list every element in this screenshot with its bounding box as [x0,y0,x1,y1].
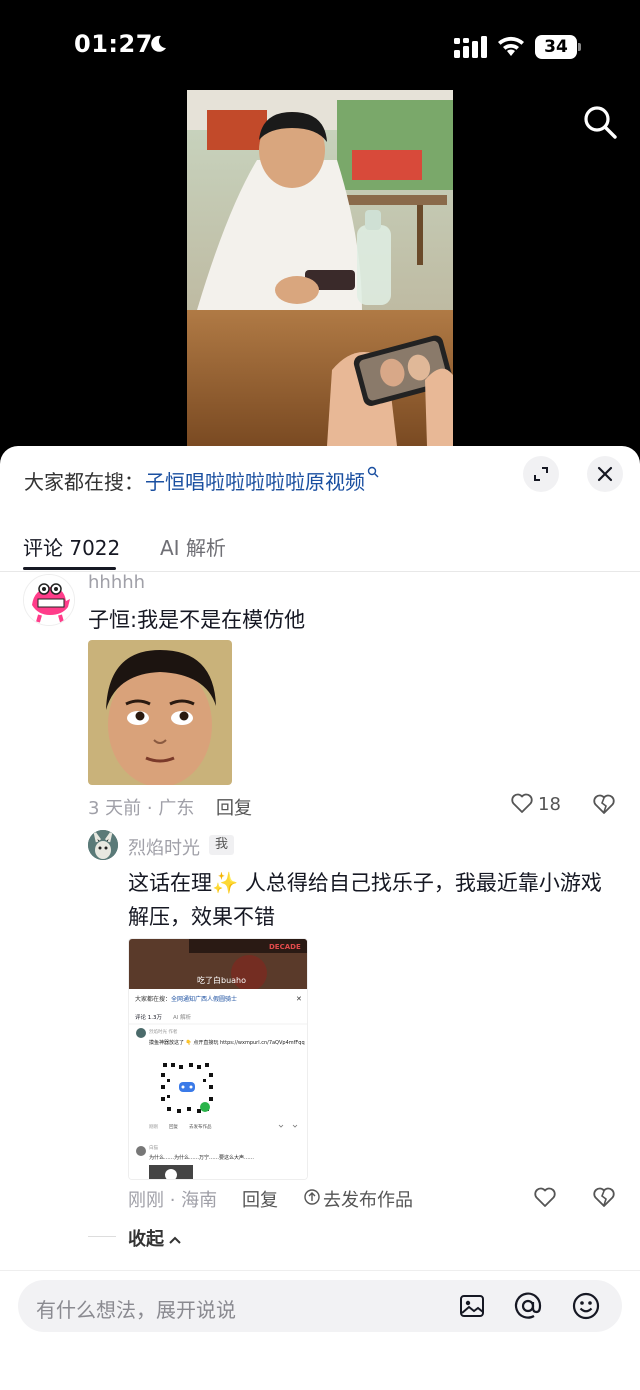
battery-cap [578,43,581,51]
reply-text-start: 这话在理 [128,871,212,895]
avatar[interactable] [23,574,75,626]
comment-meme-image [88,640,232,785]
like-icon[interactable] [510,792,534,814]
status-bar: 01:27 34 [0,0,640,90]
emoji-icon[interactable] [572,1292,600,1320]
signal-icon [454,36,487,58]
reply-avatar[interactable] [88,830,118,860]
search-suggestion-query: 子恒唱啦啦啦啦啦原视频 [145,470,365,494]
status-time: 01:27 [74,30,153,58]
reply-text: 这话在理✨ 人总得给自己找乐子，我最近靠小游戏解压，效果不错 [128,866,618,934]
upload-icon [304,1189,320,1205]
embedded-commenter-2: 白猫 [149,1144,158,1151]
publish-work-button[interactable]: 去发布作品 [323,1186,413,1212]
comment-image[interactable] [88,640,232,785]
comment-sheet: 大家都在搜： 子恒唱啦啦啦啦啦原视频 评论 7022 AI 解析 hhhhh 子… [0,446,640,1390]
close-icon [597,466,613,482]
comment-meta: 3 天前 · 广东 [88,798,195,819]
tab-comments[interactable]: 评论 7022 [23,532,120,561]
expand-button[interactable] [523,456,559,492]
embedded-video-caption: 吃了白buaho [197,975,246,985]
reply-reply-button[interactable]: 回复 [242,1186,278,1212]
input-divider [0,1270,640,1271]
mention-icon[interactable] [514,1292,542,1320]
search-suggestion-prefix: 大家都在搜： [24,470,144,494]
embedded-reply: 回复 [169,1123,178,1130]
embedded-publish: 去发布作品 [189,1123,212,1130]
like-count: 18 [538,794,561,815]
comment-text: 子恒:我是不是在模仿他 [88,608,306,632]
wifi-icon [498,36,524,56]
embedded-tab-ai: AI 解析 [173,1013,192,1021]
embedded-video-banner: DECADE [269,943,301,951]
reply-avatar-image [88,830,118,860]
tab-ai-analysis[interactable]: AI 解析 [160,532,226,561]
self-badge: 我 [209,835,235,855]
collapse-button[interactable]: 收起 [128,1225,182,1251]
search-suggestion-link[interactable]: 子恒唱啦啦啦啦啦原视频 [145,466,379,495]
expand-icon [534,467,548,481]
reply-button[interactable]: 回复 [216,794,252,820]
search-icon[interactable] [582,104,618,140]
active-tab-indicator [23,567,116,570]
reply-like-icon[interactable] [533,1186,557,1208]
chevron-up-icon [169,1236,181,1244]
embedded-tab-comments: 评论 1.3万 [135,1013,162,1021]
reply-screenshot-image[interactable]: DECADE 吃了白buaho 大家都在搜： 全网通知广西人假圆骑士 ✕ 评论 … [128,938,308,1180]
embedded-search-query: 全网通知广西人假圆骑士 [171,995,237,1003]
battery-icon: 34 [535,35,581,59]
reply-username[interactable]: 烈焰时光 [128,834,200,860]
moon-icon [151,35,166,52]
reply-dislike-icon[interactable] [592,1185,616,1209]
embedded-close-icon: ✕ [296,995,302,1003]
embedded-commenter: 烈焰时光 作者 [149,1028,178,1035]
comment-tabs: 评论 7022 AI 解析 [0,522,640,572]
image-icon[interactable] [458,1292,486,1320]
comment-input-placeholder: 有什么想法，展开说说 [36,1298,236,1322]
embedded-search-prefix: 大家都在搜： [135,995,171,1003]
screen: 01:27 34 大家都在搜： 子恒唱啦啦啦啦啦原视频 评论 7022 AI 解… [0,0,640,1390]
embedded-meta: 刚刚 [149,1123,158,1130]
comment-input[interactable]: 有什么想法，展开说说 [18,1280,622,1332]
collapse-label: 收起 [128,1229,164,1250]
dislike-icon[interactable] [592,792,616,816]
battery-level: 34 [535,35,577,59]
avatar-crocodile-image [24,575,74,625]
collapse-divider [88,1236,116,1237]
sparkle-emoji: ✨ [212,871,239,895]
embedded-screenshot: DECADE 吃了白buaho 大家都在搜： 全网通知广西人假圆骑士 ✕ 评论 … [129,939,307,1179]
video-frame [187,90,453,446]
embedded-comment-2: 为什么……为什么……万宁……要这么大声…… [149,1154,254,1161]
search-small-icon [367,466,379,478]
embedded-comment-text: 摸鱼神器放这了 👇 点开直接玩 https://wxmpurl.cn/7aQVp… [149,1039,305,1046]
video-player[interactable] [187,90,453,446]
reply-meta: 刚刚 · 海南 [128,1190,218,1211]
comment-username[interactable]: hhhhh [88,572,145,593]
sheet-header: 大家都在搜： 子恒唱啦啦啦啦啦原视频 [0,446,640,510]
close-button[interactable] [587,456,623,492]
